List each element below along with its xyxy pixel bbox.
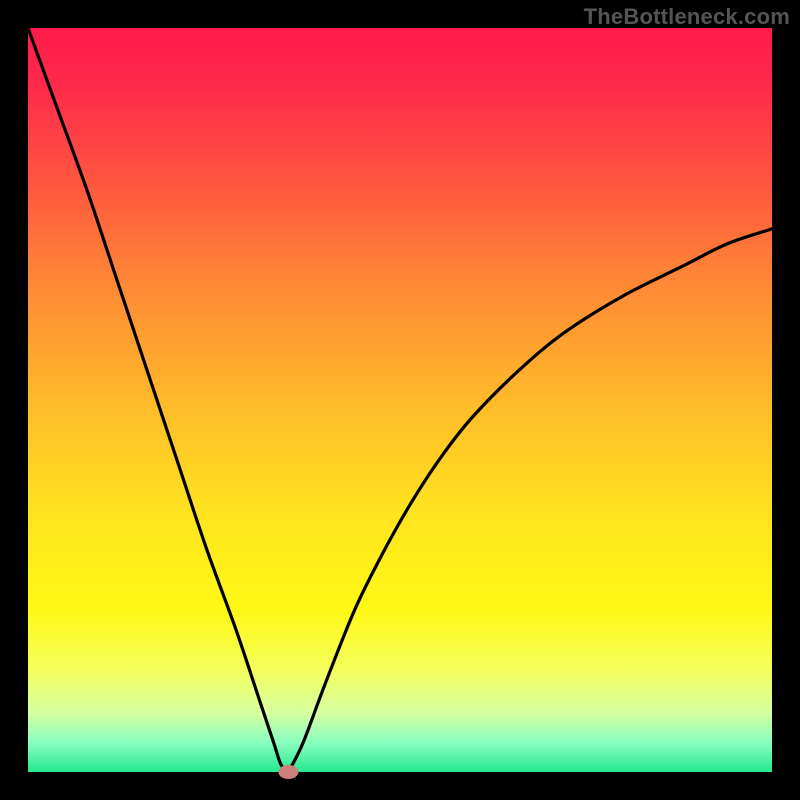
plot-area <box>28 28 772 772</box>
bottleneck-chart <box>0 0 800 800</box>
chart-frame: TheBottleneck.com <box>0 0 800 800</box>
optimal-point-marker <box>278 765 298 779</box>
watermark-text: TheBottleneck.com <box>584 4 790 30</box>
